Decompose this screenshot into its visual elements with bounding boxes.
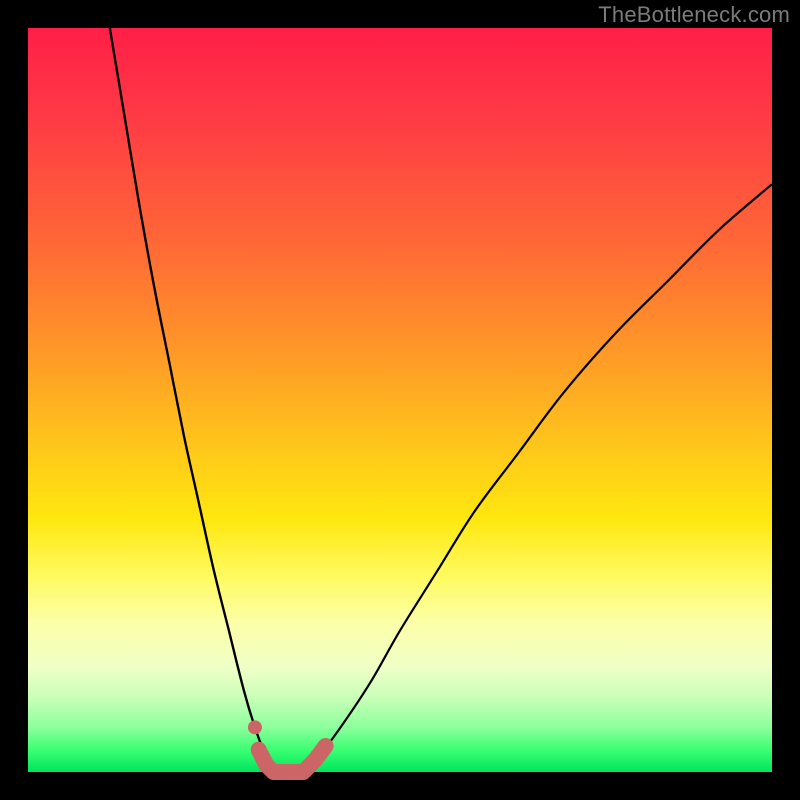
plot-area	[28, 28, 772, 772]
valley-segment-marker	[259, 746, 326, 772]
left-branch-curve	[110, 28, 274, 772]
right-branch-curve	[303, 184, 772, 772]
valley-dot-marker	[248, 720, 262, 734]
chart-frame: TheBottleneck.com	[0, 0, 800, 800]
watermark-text: TheBottleneck.com	[598, 2, 790, 28]
curve-layer	[28, 28, 772, 772]
